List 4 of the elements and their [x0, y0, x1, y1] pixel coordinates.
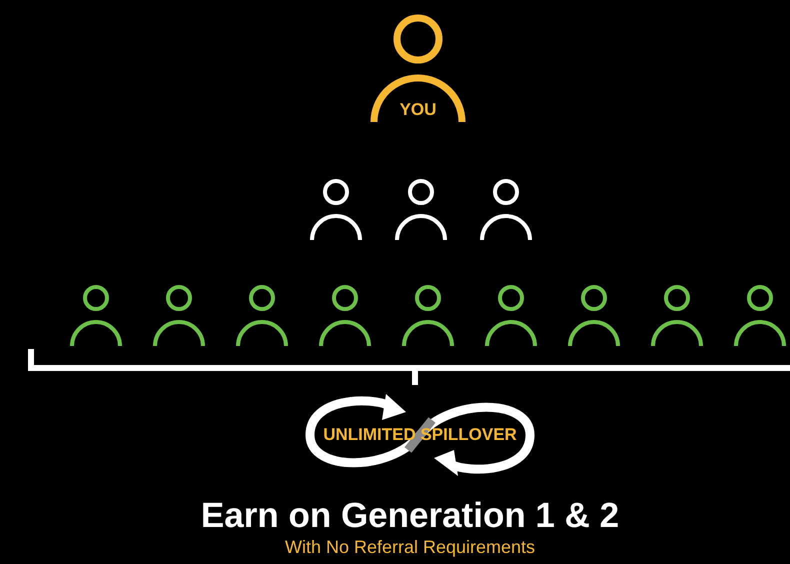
headline: Earn on Generation 1 & 2 — [200, 496, 620, 536]
person-icon — [368, 12, 468, 122]
you-label: YOU — [398, 100, 438, 120]
subheadline: With No Referral Requirements — [284, 536, 536, 558]
